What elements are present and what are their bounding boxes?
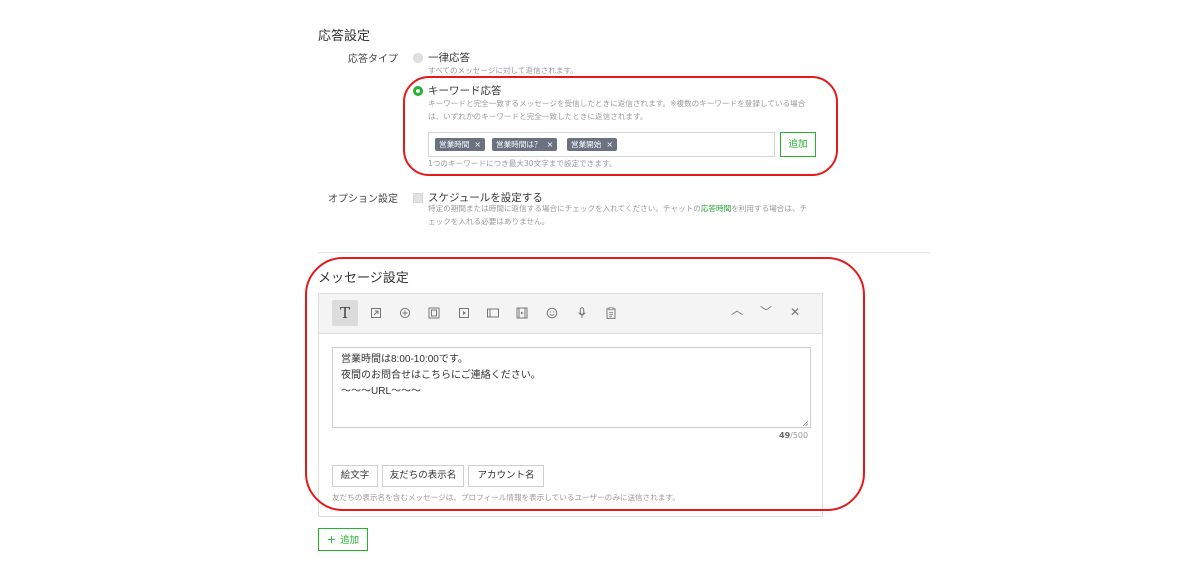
- schedule-description-line1: 特定の期間または時間に返信する場合にチェックを入れてください。チャットの応答時間…: [428, 204, 808, 213]
- uniform-response-label[interactable]: 一律応答: [428, 50, 470, 65]
- uniform-response-radio[interactable]: [413, 53, 423, 63]
- schedule-description-line2: ェックを入れる必要はありません。: [428, 217, 550, 226]
- plus-icon: +: [326, 533, 337, 546]
- option-settings-label: オプション設定: [328, 194, 398, 205]
- response-settings-title: 応答設定: [318, 29, 371, 44]
- keyword-annotation-outline: [403, 76, 838, 176]
- response-type-label: 応答タイプ: [348, 54, 398, 65]
- response-time-link[interactable]: 応答時間: [701, 204, 731, 213]
- message-annotation-outline: [305, 257, 865, 511]
- schedule-checkbox[interactable]: [413, 193, 423, 203]
- section-divider: [318, 252, 930, 253]
- add-message-button[interactable]: + 追加: [318, 528, 368, 551]
